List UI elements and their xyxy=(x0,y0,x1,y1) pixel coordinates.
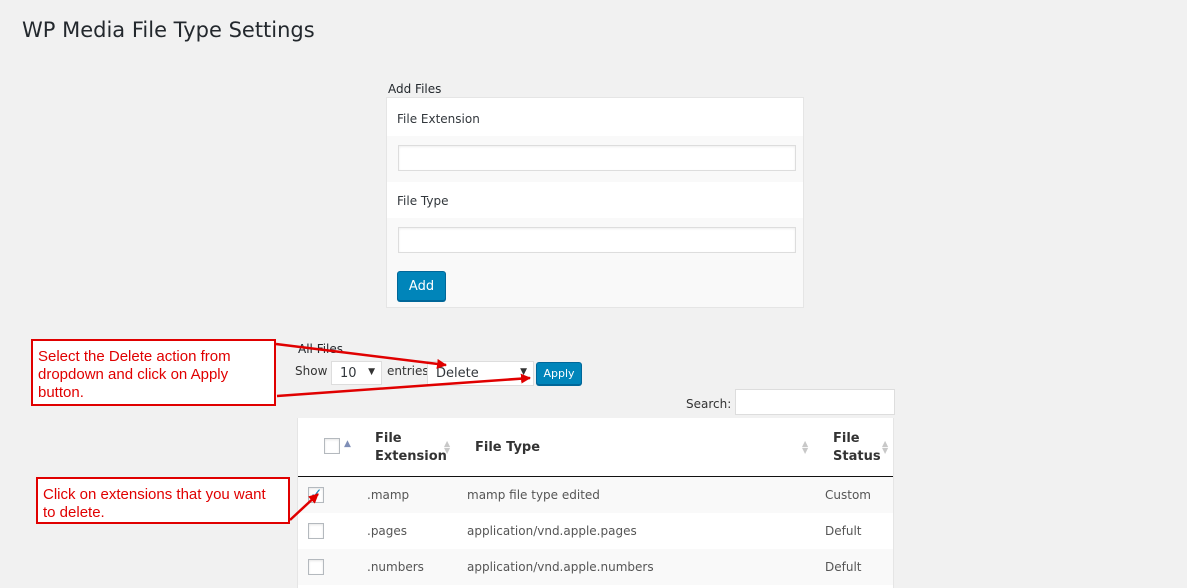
arrow-to-apply-button xyxy=(276,373,531,398)
arrow-to-bulk-action-select xyxy=(275,342,447,369)
annotation-arrows xyxy=(275,342,531,521)
arrow-to-row-checkbox xyxy=(289,493,319,521)
